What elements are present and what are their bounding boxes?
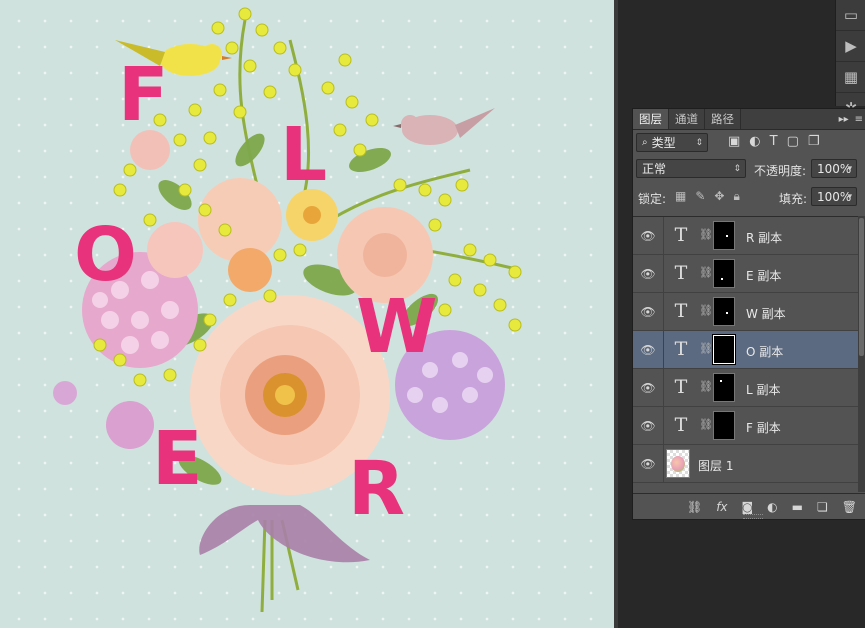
visibility-eye-icon[interactable]: 👁︎ [633,255,664,292]
lock-all-icon[interactable]: 🔒︎ [733,189,739,204]
visibility-eye-icon[interactable]: 👁︎ [633,407,664,444]
layer-name: E 副本 [746,269,782,283]
letter-w[interactable]: W [356,290,438,364]
layer-e-copy[interactable]: 👁︎ T ⛓︎ E 副本 [633,255,859,293]
chevron-updown-icon: ⇕ [733,163,741,174]
resize-grip[interactable] [743,514,763,519]
lock-transparency-icon[interactable]: ▦ [675,189,686,204]
text-layer-icon: T [674,414,688,436]
letter-l[interactable]: L [280,118,327,192]
layer-name: O 副本 [746,345,784,359]
text-layer-icon: T [674,224,688,246]
blend-row: 正常 ⇕ 不透明度: 100% ▾ [633,156,865,182]
filter-pixel-icon[interactable]: ▣ [728,134,740,149]
lock-position-icon[interactable]: ✥ [714,189,724,204]
add-mask-icon[interactable]: ◙ [742,500,754,514]
panel-icon[interactable]: ▭ [836,0,865,31]
filter-smartobject-icon[interactable]: ❐ [808,134,820,149]
collapse-panel-icon[interactable]: ▸▸ [839,114,849,125]
delete-layer-icon[interactable]: 🗑︎ [842,500,857,514]
link-chain-icon[interactable]: ⛓︎ [699,228,713,241]
new-layer-icon[interactable]: ❏ [817,500,828,514]
layer-name: 图层 1 [698,459,734,473]
filter-shape-icon[interactable]: ▢ [787,134,799,149]
play-icon[interactable]: ▶ [836,31,865,62]
layer-mask-thumbnail[interactable] [713,259,735,288]
layer-w-copy[interactable]: 👁︎ T ⛓︎ W 副本 [633,293,859,331]
layer-f-copy[interactable]: 👁︎ T ⛓︎ F 副本 [633,407,859,445]
panel-menu-icon[interactable]: ≡ [855,114,863,125]
panel-footer: ⛓︎ fx ◙ ◐ ▬ ❏ 🗑︎ [633,493,865,519]
opacity-label: 不透明度: [754,164,807,178]
text-layer-icon: T [674,300,688,322]
tab-layers[interactable]: 图层 [633,109,669,129]
fill-label: 填充: [779,192,808,206]
lock-label: 锁定: [638,192,667,206]
layer-name: L 副本 [746,383,781,397]
filter-row: ⌕ 类型 ⇕ ▣ ◐ T ▢ ❐ [633,130,865,156]
visibility-eye-icon[interactable]: 👁︎ [633,369,664,406]
opacity-input[interactable]: 100% ▾ [811,159,857,178]
layer-l-copy[interactable]: 👁︎ T ⛓︎ L 副本 [633,369,859,407]
letter-f[interactable]: F [118,58,169,132]
text-layer-icon: T [674,338,688,360]
layer-mask-thumbnail[interactable] [713,297,735,326]
fill-input[interactable]: 100% ▾ [811,187,857,206]
blend-mode-value: 正常 [642,162,667,176]
letter-e[interactable]: E [152,422,203,496]
chevron-down-icon: ▾ [847,191,852,202]
layer-mask-thumbnail[interactable] [712,334,736,365]
visibility-eye-icon[interactable]: 👁︎ [633,293,664,330]
layers-scrollbar[interactable] [858,216,865,492]
layer-r-copy[interactable]: 👁︎ T ⛓︎ R 副本 [633,217,859,255]
link-chain-icon[interactable]: ⛓︎ [699,380,713,393]
text-layer-icon: T [674,376,688,398]
layers-panel: 图层 通道 路径 ▸▸ ≡ ⌕ 类型 ⇕ ▣ ◐ T ▢ ❐ 正常 ⇕ 不透明度… [632,108,865,520]
visibility-eye-icon[interactable]: 👁︎ [633,445,664,482]
tab-paths[interactable]: 路径 [705,109,741,129]
layer-mask-thumbnail[interactable] [713,373,735,402]
filter-type-icon[interactable]: T [770,134,778,149]
layer-name: R 副本 [746,231,783,245]
panel-tabs: 图层 通道 路径 ▸▸ ≡ [633,109,865,130]
visibility-eye-icon[interactable]: 👁︎ [633,331,664,368]
link-chain-icon[interactable]: ⛓︎ [699,266,713,279]
letter-r[interactable]: R [348,452,405,526]
adjustment-layer-icon[interactable]: ◐ [767,500,777,514]
lock-image-icon[interactable]: ✎ [695,189,705,204]
text-layer-icon: T [674,262,688,284]
layer-o-copy[interactable]: 👁︎ T ⛓︎ O 副本 [633,331,859,369]
letter-o[interactable]: O [74,218,137,292]
grid-icon[interactable]: ▦ [836,62,865,93]
layer-1[interactable]: 👁︎ 图层 1 [633,445,859,483]
layers-list: 👁︎ T ⛓︎ R 副本 👁︎ T ⛓︎ E 副本 👁︎ T ⛓︎ W 副本 👁… [633,216,859,493]
layer-thumbnail[interactable] [666,449,690,478]
layer-mask-thumbnail[interactable] [713,411,735,440]
link-chain-icon[interactable]: ⛓︎ [699,342,713,355]
visibility-eye-icon[interactable]: 👁︎ [633,217,664,254]
fx-icon[interactable]: fx [716,500,727,514]
opacity-value: 100% [817,161,852,176]
link-chain-icon[interactable]: ⛓︎ [699,304,713,317]
filter-kind-select[interactable]: ⌕ 类型 ⇕ [636,133,708,152]
document-canvas[interactable]: F L O W E R [0,0,614,628]
collapsed-panels-strip: ▭ ▶ ▦ ✲ [835,0,865,124]
chevron-down-icon: ▾ [847,163,852,174]
lock-row: 锁定: ▦ ✎ ✥ 🔒︎ 填充: 100% ▾ [633,185,865,211]
layer-mask-thumbnail[interactable] [713,221,735,250]
chevron-updown-icon: ⇕ [695,137,703,148]
filter-adjustment-icon[interactable]: ◐ [749,134,760,149]
search-icon: ⌕ [642,137,648,148]
link-layers-icon[interactable]: ⛓︎ [687,500,702,514]
flower-bouquet-illustration [53,7,522,613]
scrollbar-thumb[interactable] [859,218,864,356]
link-chain-icon[interactable]: ⛓︎ [699,418,713,431]
fill-value: 100% [817,189,852,204]
blend-mode-select[interactable]: 正常 ⇕ [636,159,746,178]
filter-kind-label: 类型 [651,136,676,150]
layer-name: F 副本 [746,421,781,435]
layer-name: W 副本 [746,307,786,321]
new-group-icon[interactable]: ▬ [792,500,803,514]
tab-channels[interactable]: 通道 [669,109,705,129]
